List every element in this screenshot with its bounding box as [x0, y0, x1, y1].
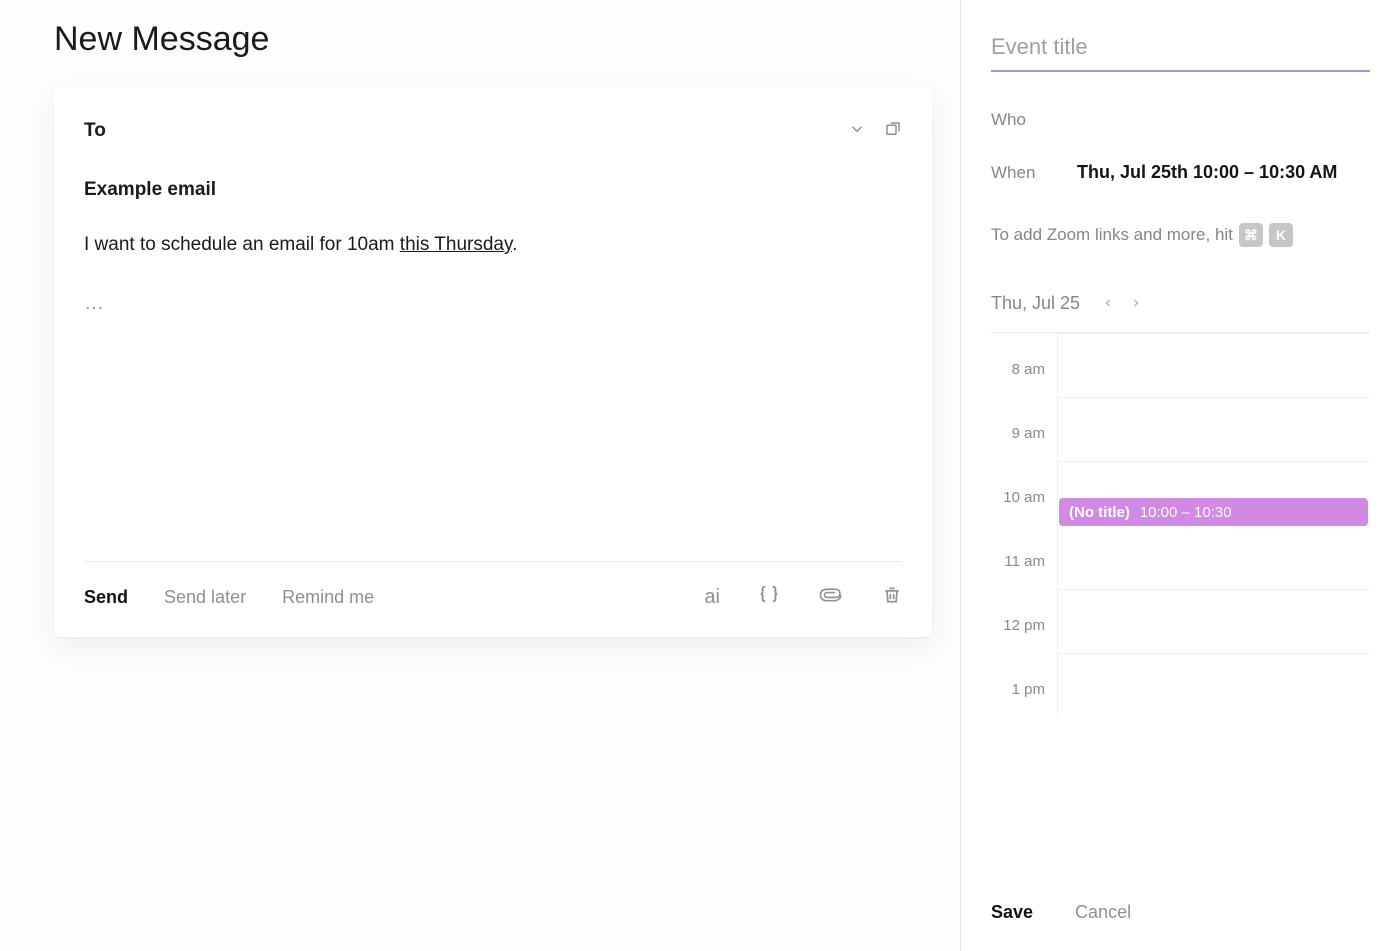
- when-value[interactable]: Thu, Jul 25th 10:00 – 10:30 AM: [1077, 162, 1337, 183]
- when-row: When Thu, Jul 25th 10:00 – 10:30 AM: [991, 162, 1370, 183]
- calendar-hour-row[interactable]: 11 am: [991, 525, 1370, 589]
- calendar-hour-row[interactable]: 12 pm: [991, 589, 1370, 653]
- event-chip-title: (No title): [1069, 504, 1130, 521]
- to-row: To: [84, 109, 902, 153]
- body-area[interactable]: I want to schedule an email for 10am thi…: [84, 231, 902, 561]
- braces-icon[interactable]: [758, 584, 780, 611]
- to-row-icons: [848, 120, 902, 143]
- send-button[interactable]: Send: [84, 587, 128, 608]
- to-field-label[interactable]: To: [84, 120, 106, 142]
- event-chip-time: 10:00 – 10:30: [1140, 504, 1232, 521]
- calendar-hour-label: 1 pm: [991, 653, 1057, 717]
- calendar-next-icon[interactable]: [1130, 296, 1142, 312]
- calendar-hour-label: 9 am: [991, 397, 1057, 461]
- calendar-hour-row[interactable]: 1 pm: [991, 653, 1370, 717]
- calendar-hour-cell[interactable]: [1057, 397, 1370, 461]
- send-later-button[interactable]: Send later: [164, 587, 246, 608]
- body-suffix: .: [512, 234, 517, 255]
- when-label: When: [991, 163, 1047, 183]
- calendar-hour-cell[interactable]: [1057, 525, 1370, 589]
- compose-card: To Example email I want to schedule an e…: [54, 87, 932, 637]
- save-button[interactable]: Save: [991, 902, 1033, 923]
- remind-me-button[interactable]: Remind me: [282, 587, 374, 608]
- event-footer: Save Cancel: [991, 878, 1370, 951]
- subject-field[interactable]: Example email: [84, 179, 902, 201]
- calendar-hour-label: 10 am: [991, 461, 1057, 525]
- compose-toolbar: Send Send later Remind me ai: [84, 561, 902, 633]
- signature-marker: …: [84, 288, 902, 318]
- who-label: Who: [991, 110, 1047, 130]
- event-pane: Who When Thu, Jul 25th 10:00 – 10:30 AM …: [960, 0, 1400, 951]
- calendar-date-label: Thu, Jul 25: [991, 293, 1080, 314]
- calendar-hour-cell[interactable]: [1057, 589, 1370, 653]
- who-row: Who: [991, 110, 1370, 130]
- calendar-hour-label: 11 am: [991, 525, 1057, 589]
- kbd-cmd: ⌘: [1239, 223, 1263, 247]
- calendar-header: Thu, Jul 25: [991, 293, 1370, 314]
- kbd-k: K: [1269, 223, 1293, 247]
- popout-icon[interactable]: [884, 120, 902, 143]
- event-title-input[interactable]: [991, 34, 1370, 72]
- body-prefix: I want to schedule an email for 10am: [84, 234, 400, 255]
- paperclip-icon[interactable]: [818, 585, 844, 610]
- ai-icon[interactable]: ai: [704, 586, 720, 609]
- cancel-button[interactable]: Cancel: [1075, 902, 1131, 923]
- trash-icon[interactable]: [882, 584, 902, 611]
- toolbar-left: Send Send later Remind me: [84, 587, 374, 608]
- chevron-down-icon[interactable]: [848, 120, 866, 143]
- calendar-hour-cell[interactable]: [1057, 333, 1370, 397]
- hint-row: To add Zoom links and more, hit ⌘ K: [991, 223, 1370, 247]
- calendar-hour-label: 12 pm: [991, 589, 1057, 653]
- compose-pane: New Message To Example email I want to s…: [0, 0, 960, 951]
- body-highlight[interactable]: this Thursday: [400, 234, 512, 255]
- hint-text: To add Zoom links and more, hit: [991, 225, 1233, 245]
- calendar-hour-row[interactable]: 9 am: [991, 397, 1370, 461]
- toolbar-right: ai: [704, 584, 902, 611]
- body-text[interactable]: I want to schedule an email for 10am thi…: [84, 231, 902, 260]
- calendar-event-chip[interactable]: (No title) 10:00 – 10:30: [1059, 498, 1368, 526]
- calendar-nav: [1102, 296, 1142, 312]
- calendar-grid[interactable]: 8 am9 am10 am11 am12 pm1 pm (No title) 1…: [991, 332, 1370, 854]
- calendar-hour-cell[interactable]: [1057, 653, 1370, 717]
- calendar-hour-label: 8 am: [991, 333, 1057, 397]
- calendar-prev-icon[interactable]: [1102, 296, 1114, 312]
- compose-title: New Message: [54, 20, 932, 59]
- calendar-hour-row[interactable]: 8 am: [991, 333, 1370, 397]
